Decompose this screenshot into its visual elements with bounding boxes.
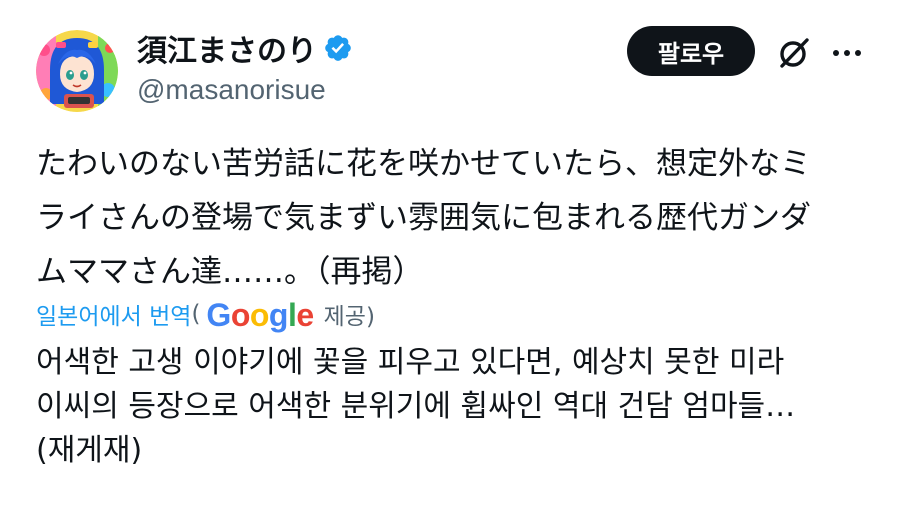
author-info: 須江まさのり @masanorisue — [137, 26, 353, 106]
avatar[interactable] — [36, 30, 118, 112]
verified-badge-icon — [323, 33, 353, 63]
display-name[interactable]: 須江まさのり — [137, 26, 317, 70]
handle[interactable]: @masanorisue — [137, 74, 353, 106]
post-card: 須江まさのり @masanorisue 팔로우 たわいのない苦労話に花を咲かせて… — [0, 0, 900, 521]
translation-attribution: 일본어에서 번역 ( Google 제공) — [36, 294, 375, 334]
translated-from-link[interactable]: 일본어에서 번역 — [36, 297, 191, 331]
open-paren: ( — [191, 301, 201, 327]
provided-by-label: 제공) — [323, 304, 375, 330]
google-logo: Google — [206, 296, 314, 333]
grok-slash-icon[interactable] — [776, 35, 812, 71]
follow-button[interactable]: 팔로우 — [627, 26, 755, 76]
more-options-icon[interactable] — [830, 36, 864, 70]
avatar-illustration — [36, 30, 118, 112]
name-row: 須江まさのり — [137, 26, 353, 70]
post-text-original: たわいのない苦労話に花を咲かせていたら、想定外なミ ライさんの登場で気まずい雰囲… — [36, 146, 811, 290]
post-text-translated: 어색한 고생 이야기에 꽃을 피우고 있다면, 예상치 못한 미라 이씨의 등장… — [36, 345, 796, 468]
